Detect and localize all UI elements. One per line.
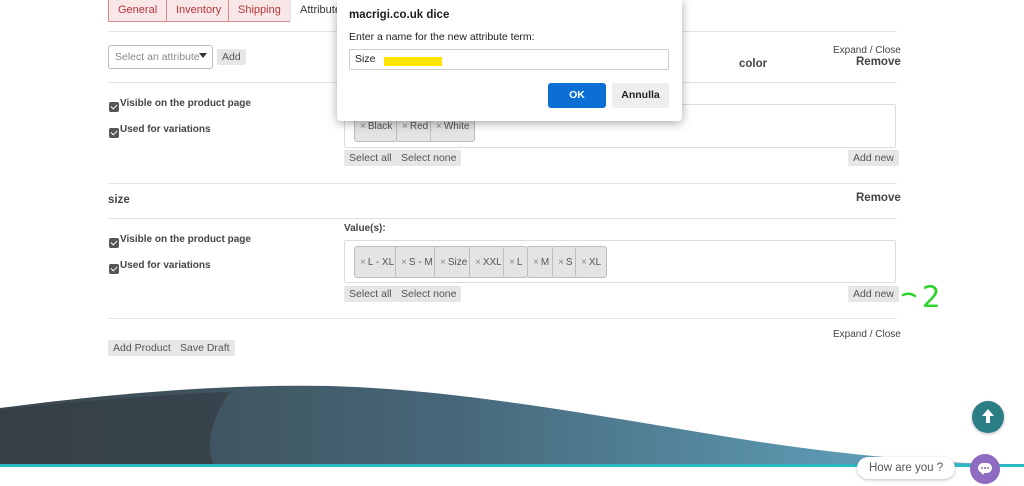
remove-icon[interactable]: ×	[440, 257, 446, 268]
chip-label: Size	[447, 257, 468, 268]
new-term-input-value: Size	[355, 53, 376, 65]
remove-color-link[interactable]: Remove	[856, 56, 901, 68]
value-chip[interactable]: × Size	[434, 246, 474, 278]
values-box-size[interactable]: × L - XL × S - M × Size × XXL × L × M × S × XL	[344, 240, 896, 283]
divider	[108, 183, 897, 184]
remove-icon[interactable]: ×	[436, 121, 442, 132]
annotation-mark: 2	[901, 282, 940, 312]
highlight-mark	[384, 57, 442, 66]
chip-label: Red	[409, 121, 429, 132]
dot	[981, 467, 983, 469]
remove-size-link[interactable]: Remove	[856, 192, 901, 204]
remove-icon[interactable]: ×	[360, 121, 366, 132]
add-new-button-color[interactable]: Add new	[848, 150, 899, 166]
dialog-title: macrigi.co.uk dice	[349, 9, 450, 21]
chip-label: XL	[588, 257, 602, 268]
dot	[987, 467, 989, 469]
variations-checkbox-color[interactable]	[109, 128, 119, 138]
add-product-button[interactable]: Add Product	[108, 340, 176, 356]
annotation-text: 2	[922, 282, 940, 312]
divider	[108, 318, 897, 319]
chip-label: M	[540, 257, 550, 268]
value-chip[interactable]: × L - XL	[354, 246, 401, 278]
scroll-top-button[interactable]	[972, 401, 1004, 433]
tab-inventory[interactable]: Inventory	[166, 0, 232, 22]
select-none-button-size[interactable]: Select none	[396, 286, 462, 302]
attribute-select[interactable]: Select an attribute	[108, 45, 213, 69]
values-label: Value(s):	[344, 223, 386, 234]
save-draft-button[interactable]: Save Draft	[175, 340, 235, 356]
visible-label: Visible on the product page	[120, 98, 251, 109]
tab-shipping[interactable]: Shipping	[228, 0, 291, 22]
attribute-select-value: Select an attribute	[115, 51, 200, 63]
chip-label: S	[565, 257, 573, 268]
new-term-input[interactable]: Size	[349, 49, 669, 70]
visible-checkbox-size[interactable]	[109, 238, 119, 248]
prompt-dialog: macrigi.co.uk dice Enter a name for the …	[337, 0, 682, 121]
add-new-button-size[interactable]: Add new	[848, 286, 899, 302]
attribute-name-color: color	[739, 58, 768, 70]
expand-close-link[interactable]: Expand / Close	[833, 329, 901, 340]
visible-label: Visible on the product page	[120, 234, 251, 245]
chip-label: XXL	[482, 257, 502, 268]
chip-label: L	[516, 257, 523, 268]
visible-checkbox-color[interactable]	[109, 102, 119, 112]
chevron-down-icon	[199, 53, 207, 58]
value-chip[interactable]: × L	[503, 246, 529, 278]
value-chip[interactable]: × XXL	[469, 246, 508, 278]
variations-checkbox-size[interactable]	[109, 264, 119, 274]
remove-icon[interactable]: ×	[401, 257, 407, 268]
tab-general[interactable]: General	[108, 0, 168, 22]
remove-icon[interactable]: ×	[558, 257, 564, 268]
divider	[108, 218, 897, 219]
attribute-name-size: size	[108, 194, 130, 206]
variations-label: Used for variations	[120, 260, 211, 271]
chat-button[interactable]	[970, 454, 1000, 484]
value-chip[interactable]: × S - M	[395, 246, 439, 278]
chat-prompt[interactable]: How are you ?	[857, 457, 956, 479]
expand-close-link[interactable]: Expand / Close	[833, 45, 901, 56]
dot	[984, 467, 986, 469]
add-attribute-button[interactable]: Add	[217, 49, 246, 65]
ok-button[interactable]: OK	[548, 83, 606, 108]
select-all-button-color[interactable]: Select all	[344, 150, 397, 166]
remove-icon[interactable]: ×	[509, 257, 515, 268]
chip-label: White	[443, 121, 470, 132]
select-none-button-color[interactable]: Select none	[396, 150, 462, 166]
remove-icon[interactable]: ×	[475, 257, 481, 268]
remove-icon[interactable]: ×	[360, 257, 366, 268]
remove-icon[interactable]: ×	[581, 257, 587, 268]
chip-label: S - M	[408, 257, 433, 268]
cancel-button[interactable]: Annulla	[612, 83, 669, 108]
value-chip[interactable]: × M	[527, 246, 556, 278]
value-chip[interactable]: × XL	[575, 246, 608, 278]
remove-icon[interactable]: ×	[533, 257, 539, 268]
chip-label: Black	[367, 121, 393, 132]
remove-icon[interactable]: ×	[402, 121, 408, 132]
select-all-button-size[interactable]: Select all	[344, 286, 397, 302]
variations-label: Used for variations	[120, 124, 211, 135]
dialog-message: Enter a name for the new attribute term:	[349, 31, 535, 43]
chip-label: L - XL	[367, 257, 395, 268]
